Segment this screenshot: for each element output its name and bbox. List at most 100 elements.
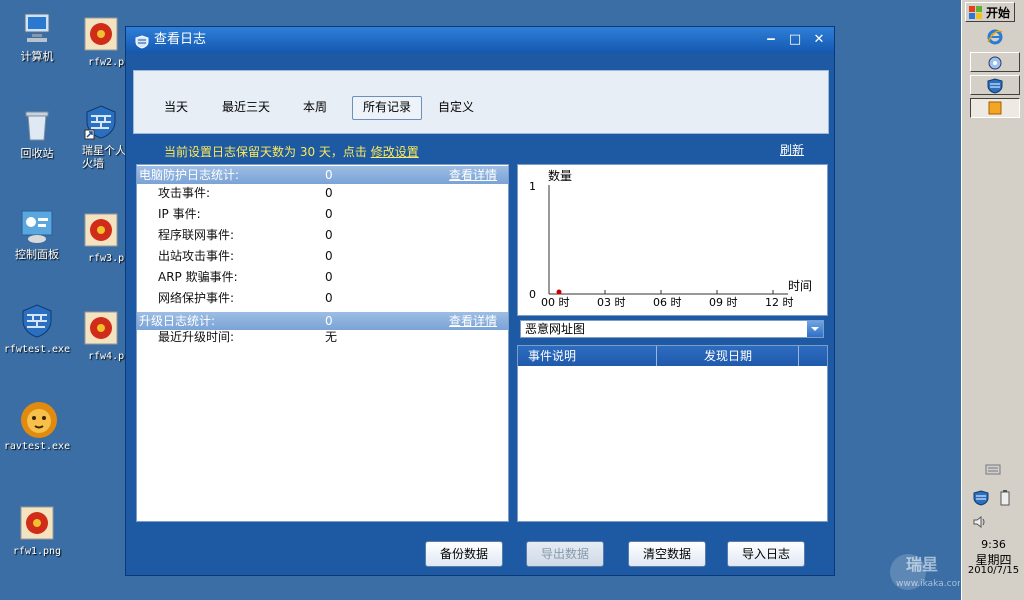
title-bar[interactable]: 查看日志 ‒ □ ✕ [126, 27, 834, 53]
y-tick-label: 1 [529, 180, 536, 193]
stat-name: IP 事件: [158, 207, 201, 221]
stat-row: 网络保护事件: 0 [137, 288, 508, 308]
volume-icon[interactable] [972, 514, 988, 533]
stat-name: 出站攻击事件: [158, 249, 235, 263]
time-filter-bar: 当天 最近三天 本周 所有记录 自定义 [133, 70, 829, 134]
tab-this-week[interactable]: 本周 [293, 96, 337, 118]
chart-type-select[interactable]: 恶意网址图 [520, 320, 824, 338]
firewall-shield-icon [987, 78, 1003, 94]
column-found-date[interactable]: 发现日期 [658, 346, 799, 366]
event-grid: 事件说明 发现日期 [517, 345, 828, 522]
clear-data-button[interactable]: 清空数据 [628, 541, 706, 567]
desktop-icon-label: rfw2.p [88, 57, 125, 68]
desktop-icon-label: 瑞星个人 火墙 [82, 144, 126, 170]
desktop-icon-rfw1[interactable]: rfw1.png [0, 505, 77, 558]
flower-image-icon [19, 505, 55, 541]
tab-custom[interactable]: 自定义 [428, 96, 484, 118]
rising-watermark: 瑞星 www.ikaka.com [888, 548, 966, 596]
battery-icon[interactable] [999, 490, 1011, 509]
x-axis-label: 时间 [788, 279, 812, 293]
close-button[interactable]: ✕ [810, 31, 828, 49]
x-tick-label: 03 时 [597, 296, 626, 309]
desktop-icon-recycle-bin[interactable]: 回收站 [0, 107, 77, 160]
window-title: 查看日志 [154, 32, 207, 47]
x-tick-label: 09 时 [709, 296, 738, 309]
recycle-bin-icon [19, 107, 55, 143]
lion-icon [19, 400, 57, 438]
desktop-icon-computer[interactable]: 计算机 [0, 10, 77, 63]
minimize-button[interactable]: ‒ [762, 31, 780, 49]
export-data-button[interactable]: 导出数据 [526, 541, 604, 567]
stat-row: 最近升级时间: 无 [137, 327, 508, 347]
tab-all-records[interactable]: 所有记录 [352, 96, 423, 120]
refresh-link[interactable]: 刷新 [780, 141, 804, 158]
column-event-description[interactable]: 事件说明 [518, 346, 657, 366]
flower-image-icon [83, 212, 119, 248]
desktop-icon-label: rfw4.p [88, 351, 125, 362]
protection-section-header: 电脑防护日志统计: 0 查看详情 [137, 166, 508, 184]
desktop-icon-label: ravtest.exe [3, 441, 71, 452]
taskbar-app-button[interactable] [970, 75, 1020, 95]
stat-value: 无 [325, 330, 338, 344]
media-icon [988, 56, 1002, 70]
internet-explorer-icon[interactable] [986, 28, 1004, 49]
desktop-icon-ravtest[interactable]: ravtest.exe [0, 400, 77, 453]
stat-name: 网络保护事件: [158, 291, 235, 305]
maximize-button[interactable]: □ [786, 31, 804, 49]
desktop-icon-label: rfwtest.exe [3, 344, 71, 355]
windows-flag-icon [969, 6, 982, 19]
stat-value: 0 [325, 207, 333, 221]
stat-name: ARP 欺骗事件: [158, 270, 238, 284]
tab-last-three-days[interactable]: 最近三天 [212, 96, 280, 118]
desktop-icon-control-panel[interactable]: 控制面板 [0, 208, 77, 261]
start-button[interactable]: 开始 [965, 2, 1015, 22]
stat-row: ARP 欺骗事件: 0 [137, 267, 508, 287]
clock-time[interactable]: 9:36 [962, 538, 1024, 551]
x-tick-label: 00 时 [541, 296, 570, 309]
modify-settings-link[interactable]: 修改设置 [371, 145, 419, 159]
stat-row: 出站攻击事件: 0 [137, 246, 508, 266]
desktop-icon-rfw4[interactable]: rfw4.p [70, 310, 132, 363]
flower-image-icon [83, 310, 119, 346]
stat-row: 程序联网事件: 0 [137, 225, 508, 245]
tab-today[interactable]: 当天 [154, 96, 198, 118]
log-viewer-window: 查看日志 ‒ □ ✕ 当天 最近三天 本周 所有记录 自定义 当前设置日志保留天… [125, 26, 835, 576]
backup-data-button[interactable]: 备份数据 [425, 541, 503, 567]
y-axis-label: 数量 [548, 168, 572, 183]
desktop-icon-label: 回收站 [20, 147, 54, 160]
firewall-app-icon [135, 33, 149, 49]
stat-row: IP 事件: 0 [137, 204, 508, 224]
desktop-icon-rising-firewall[interactable]: 瑞星个人 火墙 [70, 104, 132, 170]
stat-name: 程序联网事件: [158, 228, 235, 242]
start-label: 开始 [985, 6, 1010, 20]
stat-value: 0 [325, 249, 333, 263]
stat-row: 攻击事件: 0 [137, 183, 508, 203]
keyboard-icon[interactable] [985, 463, 1001, 478]
retention-text: 当前设置日志保留天数为 30 天，点击 [164, 145, 371, 159]
protection-detail-link[interactable]: 查看详情 [449, 166, 497, 184]
desktop-icon-label: rfw1.png [12, 546, 62, 557]
protection-title: 电脑防护日志统计: [139, 168, 240, 182]
grid-header: 事件说明 发现日期 [518, 346, 827, 366]
stat-value: 0 [325, 291, 333, 305]
firewall-tray-icon[interactable] [973, 490, 989, 509]
control-panel-icon [19, 208, 55, 244]
chevron-down-icon[interactable] [807, 321, 823, 337]
taskbar: 开始 9:36 星期四 2010/7/15 [961, 0, 1024, 600]
stat-value: 0 [325, 270, 333, 284]
taskbar-app-button[interactable] [970, 52, 1020, 72]
clock-date: 2010/7/15 [967, 565, 1020, 576]
import-log-button[interactable]: 导入日志 [727, 541, 805, 567]
x-tick-label: 06 时 [653, 296, 682, 309]
stat-name: 攻击事件: [158, 186, 211, 200]
x-tick-label: 12 时 [765, 296, 794, 309]
taskbar-app-button-active[interactable] [970, 98, 1020, 118]
stat-name: 最近升级时间: [158, 330, 235, 344]
y-tick-label: 0 [529, 288, 536, 301]
desktop-icon-label: 控制面板 [15, 248, 59, 261]
desktop-icon-rfw3[interactable]: rfw3.p [70, 212, 132, 265]
stats-panel: 电脑防护日志统计: 0 查看详情 攻击事件: 0 IP 事件: 0 程序联网事件… [136, 164, 509, 522]
desktop-icon-rfw2[interactable]: rfw2.p [70, 16, 132, 69]
app-window-icon [988, 101, 1002, 115]
desktop-icon-rfwtest[interactable]: rfwtest.exe [0, 303, 77, 356]
